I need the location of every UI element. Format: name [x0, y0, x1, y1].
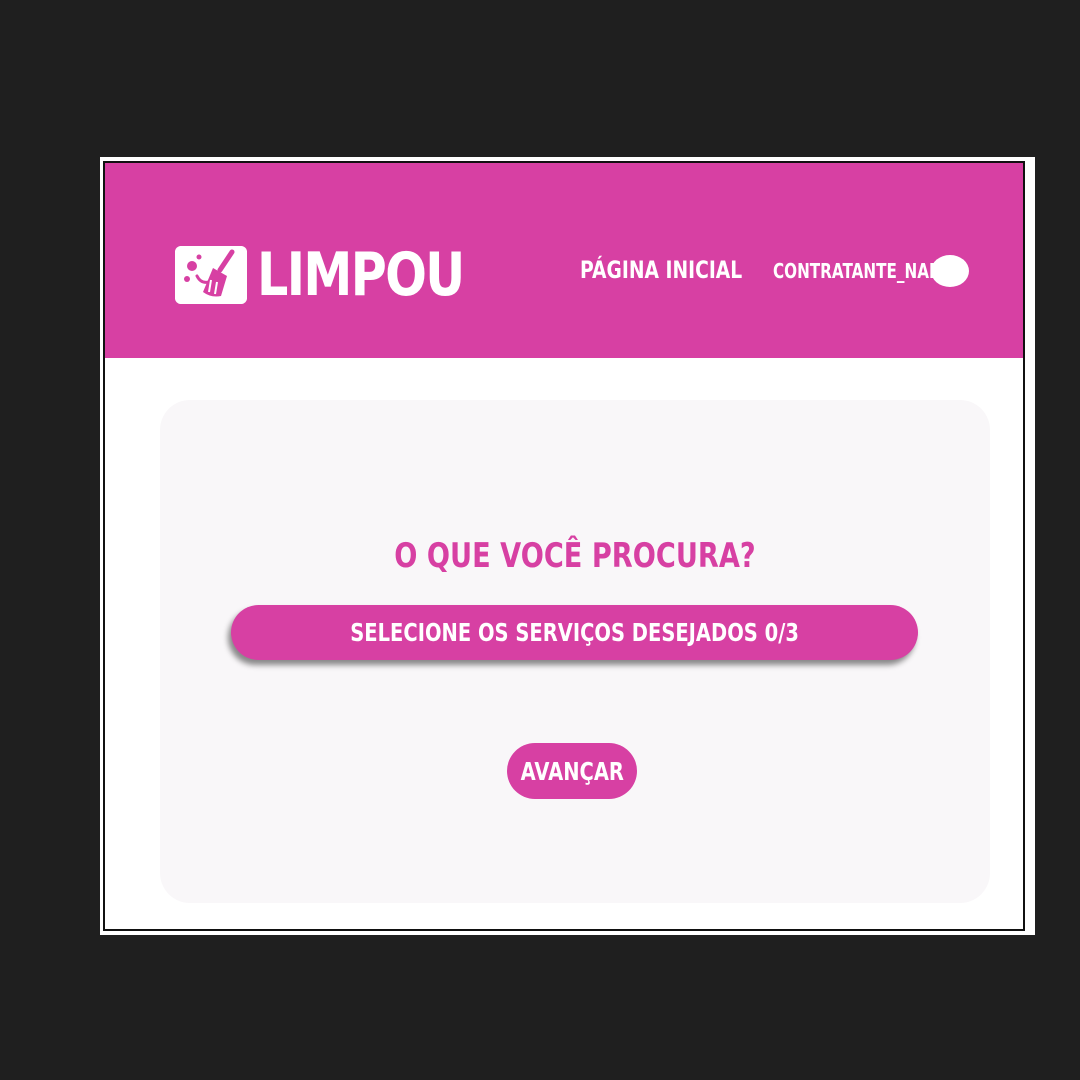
brand-logo[interactable]: LIMPOU — [175, 243, 509, 307]
user-name: CONTRATANTE_NAME — [773, 259, 955, 283]
app-viewport: LIMPOU PÁGINA INICIAL CONTRATANTE_NAME O… — [103, 161, 1025, 931]
next-button-label: AVANÇAR — [520, 756, 624, 786]
next-button[interactable]: AVANÇAR — [507, 743, 637, 799]
broom-icon — [175, 246, 247, 304]
user-menu[interactable]: CONTRATANTE_NAME — [773, 255, 969, 287]
services-select-button[interactable]: SELECIONE OS SERVIÇOS DESEJADOS 0/3 — [231, 605, 918, 660]
search-card: O QUE VOCÊ PROCURA? SELECIONE OS SERVIÇO… — [160, 400, 990, 903]
app-window: LIMPOU PÁGINA INICIAL CONTRATANTE_NAME O… — [100, 157, 1035, 935]
brand-name: LIMPOU — [257, 240, 465, 310]
services-select-label: SELECIONE OS SERVIÇOS DESEJADOS 0/3 — [350, 618, 799, 647]
page-title: O QUE VOCÊ PROCURA? — [394, 536, 756, 576]
nav-home-link[interactable]: PÁGINA INICIAL — [580, 256, 742, 284]
top-header: LIMPOU PÁGINA INICIAL CONTRATANTE_NAME — [105, 163, 1023, 358]
